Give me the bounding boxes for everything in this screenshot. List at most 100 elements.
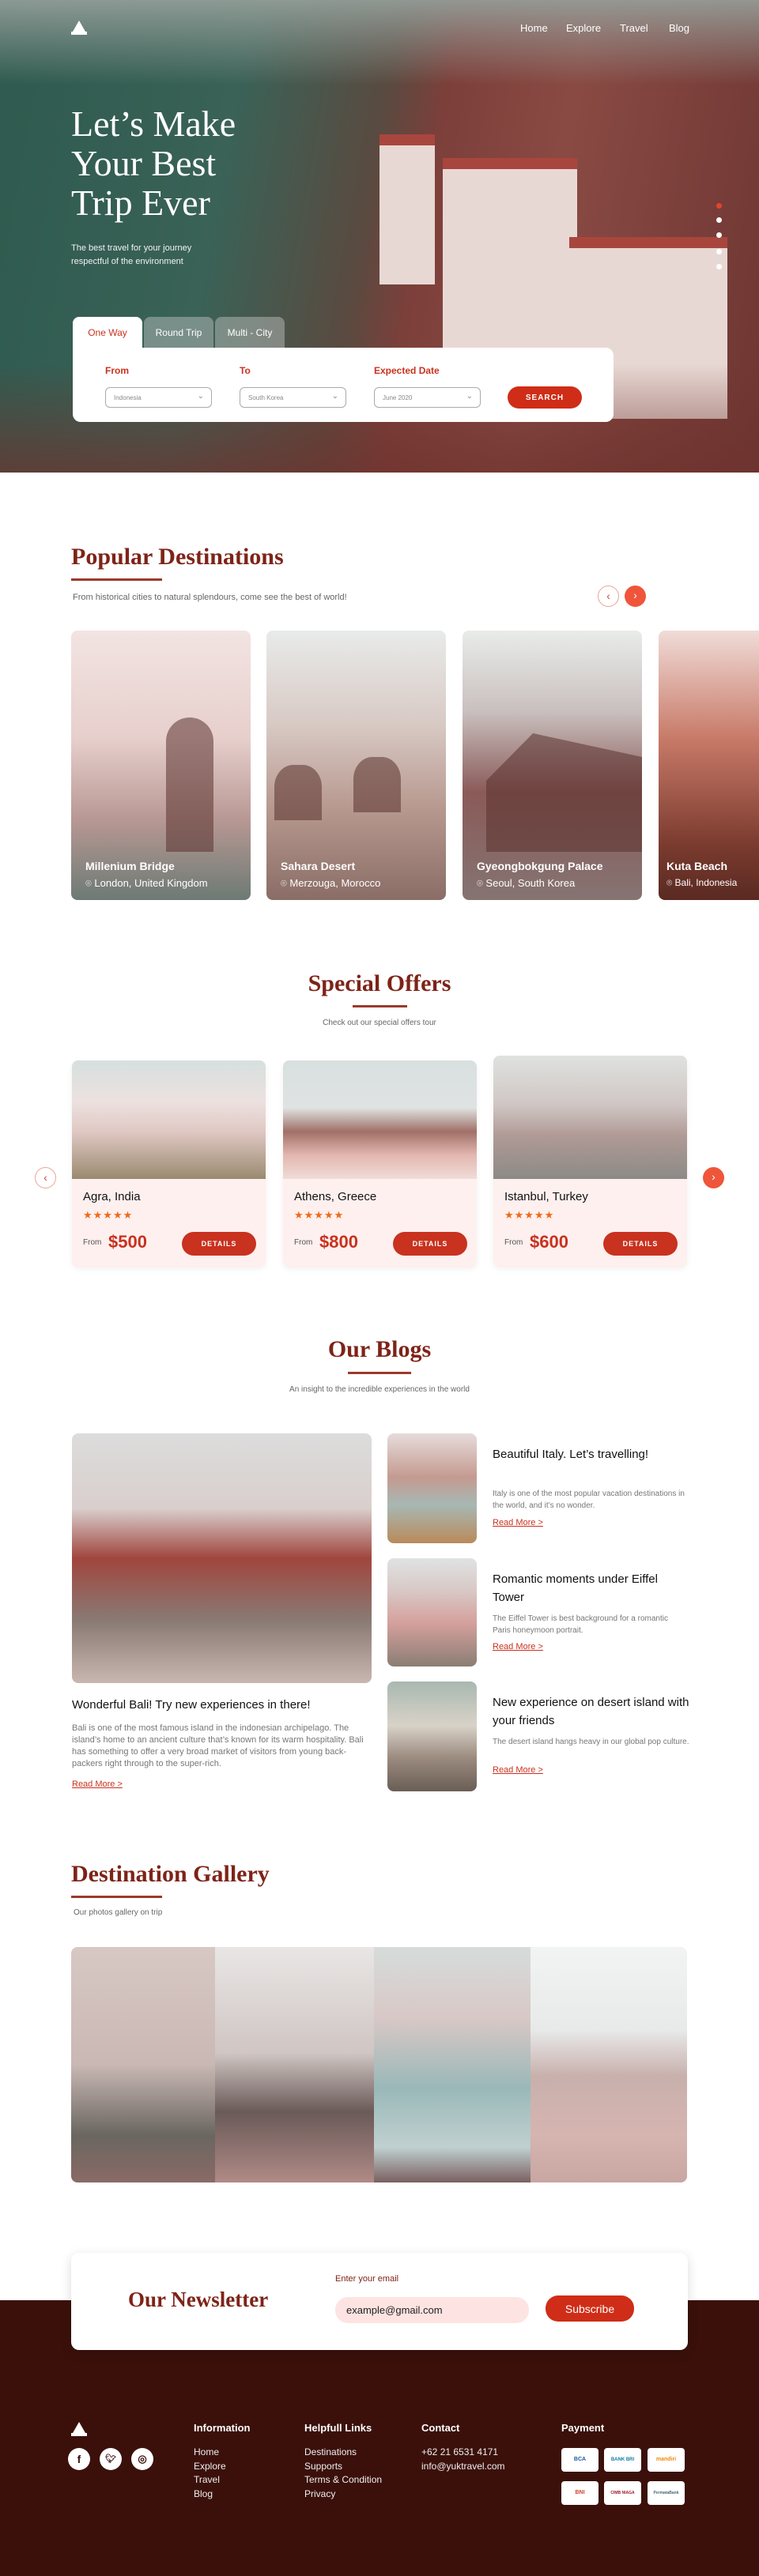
from-value: Indonesia xyxy=(114,394,142,401)
section-subtitle: Check out our special offers tour xyxy=(323,1019,436,1027)
blog-title[interactable]: Romantic moments under Eiffel Tower xyxy=(493,1570,674,1606)
date-label: Expected Date xyxy=(374,365,440,376)
location-pin-icon: ⌾ xyxy=(477,877,486,889)
footer-logo-icon[interactable] xyxy=(71,2422,87,2436)
from-label: From xyxy=(83,1238,102,1247)
dome-shape xyxy=(166,717,213,852)
destination-location: ⌾ Merzouga, Morocco xyxy=(281,877,380,890)
twitter-icon[interactable]: 🐦︎ xyxy=(100,2448,122,2470)
palace-shape xyxy=(486,733,642,852)
headline-line: Trip Ever xyxy=(71,183,210,223)
destination-location: ⌾ Bali, Indonesia xyxy=(666,877,737,889)
contact-email[interactable]: info@yuktravel.com xyxy=(421,2460,505,2474)
footer-link[interactable]: Explore xyxy=(194,2460,226,2474)
subscribe-button[interactable]: Subscribe xyxy=(546,2295,634,2322)
section-title: Destination Gallery xyxy=(71,1861,270,1887)
offer-name: Agra, India xyxy=(83,1190,141,1203)
read-more-link[interactable]: Read More > xyxy=(493,1765,543,1775)
email-label: Enter your email xyxy=(335,2274,399,2284)
footer-link[interactable]: Privacy xyxy=(304,2487,382,2502)
next-arrow-button[interactable]: › xyxy=(625,586,646,607)
tab-one-way[interactable]: One Way xyxy=(73,317,142,348)
destination-location: ⌾ Seoul, South Korea xyxy=(477,877,575,890)
title-underline xyxy=(348,1372,411,1374)
blog-featured-text: Bali is one of the most famous island in… xyxy=(72,1723,364,1768)
facebook-icon[interactable]: f xyxy=(68,2448,90,2470)
blog-image[interactable] xyxy=(387,1682,477,1791)
blog-image[interactable] xyxy=(387,1433,477,1543)
location-text: Bali, Indonesia xyxy=(674,877,738,888)
offer-price: $600 xyxy=(530,1232,568,1252)
footer-link[interactable]: Destinations xyxy=(304,2446,382,2460)
tab-multi-city[interactable]: Multi - City xyxy=(215,317,285,348)
slide-dot-2[interactable] xyxy=(716,217,722,223)
blog-image[interactable] xyxy=(387,1558,477,1666)
date-select[interactable]: June 2020 ⌄ xyxy=(374,387,481,408)
newsletter-card: Our Newsletter Enter your email Subscrib… xyxy=(71,2253,688,2350)
email-input[interactable] xyxy=(335,2297,529,2323)
instagram-icon[interactable]: ◎ xyxy=(131,2448,153,2470)
footer-heading: Helpfull Links xyxy=(304,2422,372,2434)
blog-text: The desert island hangs heavy in our glo… xyxy=(493,1738,689,1746)
logo-icon[interactable] xyxy=(71,21,87,35)
section-title: Our Blogs xyxy=(327,1336,432,1362)
destination-card[interactable]: Kuta Beach ⌾ Bali, Indonesia xyxy=(659,631,759,900)
read-more-link[interactable]: Read More > xyxy=(493,1642,543,1651)
next-arrow-button[interactable]: › xyxy=(703,1167,724,1188)
blog-featured-title[interactable]: Wonderful Bali! Try new experiences in t… xyxy=(72,1696,311,1714)
slide-dot-3[interactable] xyxy=(716,232,722,238)
details-button[interactable]: DETAILS xyxy=(182,1232,256,1256)
footer-link[interactable]: Supports xyxy=(304,2460,382,2474)
read-more-link[interactable]: Read More > xyxy=(493,1518,543,1527)
gallery-photo[interactable] xyxy=(215,1947,374,2182)
search-button[interactable]: SEARCH xyxy=(508,386,582,409)
destination-name: Millenium Bridge xyxy=(85,860,175,872)
prev-arrow-button[interactable]: ‹ xyxy=(598,586,619,607)
location-text: Merzouga, Morocco xyxy=(289,877,381,889)
destination-card[interactable]: Sahara Desert ⌾ Merzouga, Morocco xyxy=(266,631,446,900)
offer-name: Athens, Greece xyxy=(294,1190,377,1203)
footer-link[interactable]: Blog xyxy=(194,2487,226,2502)
nav-explore[interactable]: Explore xyxy=(566,22,601,34)
camel-shape xyxy=(353,757,401,812)
payment-logo-bca: BCA xyxy=(561,2448,599,2472)
footer-link[interactable]: Travel xyxy=(194,2473,226,2487)
nav-blog[interactable]: Blog xyxy=(669,22,689,34)
footer-info-links: Home Explore Travel Blog xyxy=(194,2446,226,2501)
gallery-photo[interactable] xyxy=(71,1947,215,2182)
title-underline xyxy=(71,1896,162,1898)
slide-dot-5[interactable] xyxy=(716,264,722,269)
contact-phone[interactable]: +62 21 6531 4171 xyxy=(421,2446,505,2460)
offer-card: Agra, India ★★★★★ From $500 DETAILS xyxy=(72,1060,266,1267)
destination-card[interactable]: Millenium Bridge ⌾ London, United Kingdo… xyxy=(71,631,251,900)
details-button[interactable]: DETAILS xyxy=(603,1232,678,1256)
gallery-photo[interactable] xyxy=(531,1947,687,2182)
slide-dot-4[interactable] xyxy=(716,249,722,254)
details-button[interactable]: DETAILS xyxy=(393,1232,467,1256)
destination-card[interactable]: Gyeongbokgung Palace ⌾ Seoul, South Kore… xyxy=(463,631,642,900)
blog-featured-image[interactable] xyxy=(72,1433,372,1683)
footer-link[interactable]: Terms & Condition xyxy=(304,2473,382,2487)
section-subtitle: From historical cities to natural splend… xyxy=(73,593,347,602)
read-more-link[interactable]: Read More > xyxy=(72,1779,123,1789)
blog-title[interactable]: New experience on desert island with you… xyxy=(493,1693,690,1730)
gallery-photo[interactable] xyxy=(374,1947,531,2182)
from-select[interactable]: Indonesia ⌄ xyxy=(105,387,212,408)
payment-logo-cimb: CIMB NIAGA xyxy=(604,2481,641,2505)
prev-arrow-button[interactable]: ‹ xyxy=(35,1167,56,1188)
chevron-down-icon: ⌄ xyxy=(331,392,338,401)
tab-round-trip[interactable]: Round Trip xyxy=(144,317,213,348)
camel-shape xyxy=(274,765,322,820)
hero-temple-illustration xyxy=(443,158,577,363)
footer-heading: Contact xyxy=(421,2422,460,2434)
section-subtitle: An insight to the incredible experiences… xyxy=(289,1385,470,1394)
slide-dot-1[interactable] xyxy=(716,203,722,209)
to-select[interactable]: South Korea ⌄ xyxy=(240,387,346,408)
blog-title[interactable]: Beautiful Italy. Let’s travelling! xyxy=(493,1445,674,1463)
nav-travel[interactable]: Travel xyxy=(620,22,648,34)
from-label: From xyxy=(504,1238,523,1247)
blog-text: The Eiffel Tower is best background for … xyxy=(493,1614,668,1635)
nav-home[interactable]: Home xyxy=(520,22,548,34)
footer-link[interactable]: Home xyxy=(194,2446,226,2460)
newsletter-title: Our Newsletter xyxy=(128,2288,269,2311)
